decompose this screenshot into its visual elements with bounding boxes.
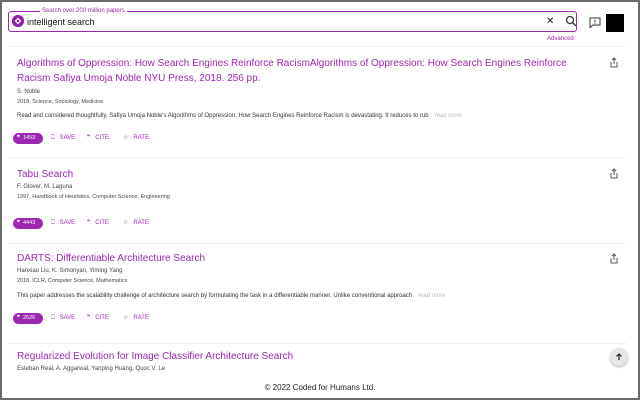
- footer-copyright: © 2022 Coded for Humans Ltd.: [264, 383, 376, 392]
- bookmark-icon: ⎕: [51, 315, 55, 321]
- save-button[interactable]: ⎕ SAVE: [51, 218, 75, 229]
- quote-icon: ❞: [87, 315, 91, 321]
- share-icon[interactable]: [609, 168, 619, 179]
- save-label: SAVE: [59, 220, 76, 226]
- result-meta: 1997, Handbook of Heuristics, Computer S…: [17, 194, 170, 200]
- avatar[interactable]: [606, 14, 624, 32]
- quote-icon: ❞: [87, 135, 91, 141]
- abstract-text: This paper addresses the scalability cha…: [17, 293, 413, 299]
- result-authors[interactable]: S. Noble: [17, 89, 40, 95]
- search-input[interactable]: [27, 14, 537, 29]
- rate-button[interactable]: ☆ RATE: [123, 133, 149, 144]
- rate-label: RATE: [133, 220, 149, 226]
- star-icon: ☆: [123, 135, 129, 141]
- citation-count-badge[interactable]: ❞ 2526: [13, 313, 43, 324]
- share-icon[interactable]: [609, 57, 619, 68]
- search-icon[interactable]: [565, 15, 577, 27]
- result-authors[interactable]: F. Glover, M. Laguna: [17, 184, 72, 190]
- save-button[interactable]: ⎕ SAVE: [51, 133, 75, 144]
- rate-button[interactable]: ☆ RATE: [123, 313, 149, 324]
- abstract-text: Read and considered thoughtfully, Safiya…: [17, 113, 429, 119]
- bookmark-icon: ⎕: [51, 135, 55, 141]
- citation-count: 1453: [22, 135, 36, 141]
- results-list: Algorithms of Oppression: How Search Eng…: [2, 46, 638, 376]
- result-title[interactable]: DARTS: Differentiable Architecture Searc…: [17, 251, 587, 266]
- top-bar: Search over 200 million papers ✕ Advance…: [2, 2, 638, 46]
- advanced-search-link[interactable]: Advanced: [547, 36, 574, 42]
- result-authors[interactable]: Esteban Real, A. Aggarwal, Yanping Huang…: [17, 366, 165, 372]
- app-frame: Search over 200 million papers ✕ Advance…: [0, 0, 640, 400]
- result-card: DARTS: Differentiable Architecture Searc…: [8, 243, 626, 335]
- scroll-to-top-button[interactable]: [610, 348, 628, 366]
- clear-icon[interactable]: ✕: [546, 15, 554, 29]
- save-button[interactable]: ⎕ SAVE: [51, 313, 75, 324]
- logo-icon: [12, 15, 24, 27]
- quote-icon: ❞: [17, 315, 20, 321]
- quote-icon: ❞: [17, 135, 20, 141]
- result-card: Algorithms of Oppression: How Search Eng…: [8, 46, 626, 148]
- share-icon[interactable]: [609, 253, 619, 264]
- arrow-up-icon: [616, 353, 622, 360]
- result-card: Tabu Search F. Glover, M. Laguna 1997, H…: [8, 157, 626, 237]
- bookmark-icon: ⎕: [51, 220, 55, 226]
- result-abstract: Read and considered thoughtfully, Safiya…: [17, 113, 462, 119]
- cite-button[interactable]: ❞ CITE: [87, 218, 109, 229]
- result-title[interactable]: Regularized Evolution for Image Classifi…: [17, 349, 587, 364]
- read-more-link[interactable]: read more: [435, 113, 462, 119]
- result-abstract: This paper addresses the scalability cha…: [17, 293, 445, 299]
- star-icon: ☆: [123, 315, 129, 321]
- save-label: SAVE: [59, 315, 76, 321]
- rate-label: RATE: [133, 315, 149, 321]
- citation-count: 4443: [22, 220, 36, 226]
- cite-label: CITE: [95, 315, 109, 321]
- rate-button[interactable]: ☆ RATE: [123, 218, 149, 229]
- quote-icon: ❞: [87, 220, 91, 226]
- result-meta: 2018, ICLR, Computer Science, Mathematic…: [17, 278, 128, 284]
- cite-label: CITE: [95, 220, 109, 226]
- cite-button[interactable]: ❞ CITE: [87, 313, 109, 324]
- citation-count: 2526: [22, 315, 36, 321]
- cite-button[interactable]: ❞ CITE: [87, 133, 109, 144]
- feedback-icon[interactable]: [589, 17, 601, 28]
- rate-label: RATE: [133, 135, 149, 141]
- result-title[interactable]: Algorithms of Oppression: How Search Eng…: [17, 56, 587, 86]
- save-label: SAVE: [59, 135, 76, 141]
- citation-count-badge[interactable]: ❞ 1453: [13, 133, 43, 144]
- read-more-link[interactable]: read more: [418, 293, 445, 299]
- result-title[interactable]: Tabu Search: [17, 167, 587, 182]
- result-card: Regularized Evolution for Image Classifi…: [8, 343, 626, 376]
- star-icon: ☆: [123, 220, 129, 226]
- result-meta: 2018, Science, Sociology, Medicine: [17, 99, 104, 105]
- quote-icon: ❞: [17, 220, 20, 226]
- footer: © 2022 Coded for Humans Ltd.: [2, 378, 638, 398]
- search-box[interactable]: Search over 200 million papers ✕: [8, 7, 577, 32]
- result-authors[interactable]: Hanxiao Liu, K. Simonyan, Yiming Yang: [17, 268, 123, 274]
- citation-count-badge[interactable]: ❞ 4443: [13, 218, 43, 229]
- cite-label: CITE: [95, 135, 109, 141]
